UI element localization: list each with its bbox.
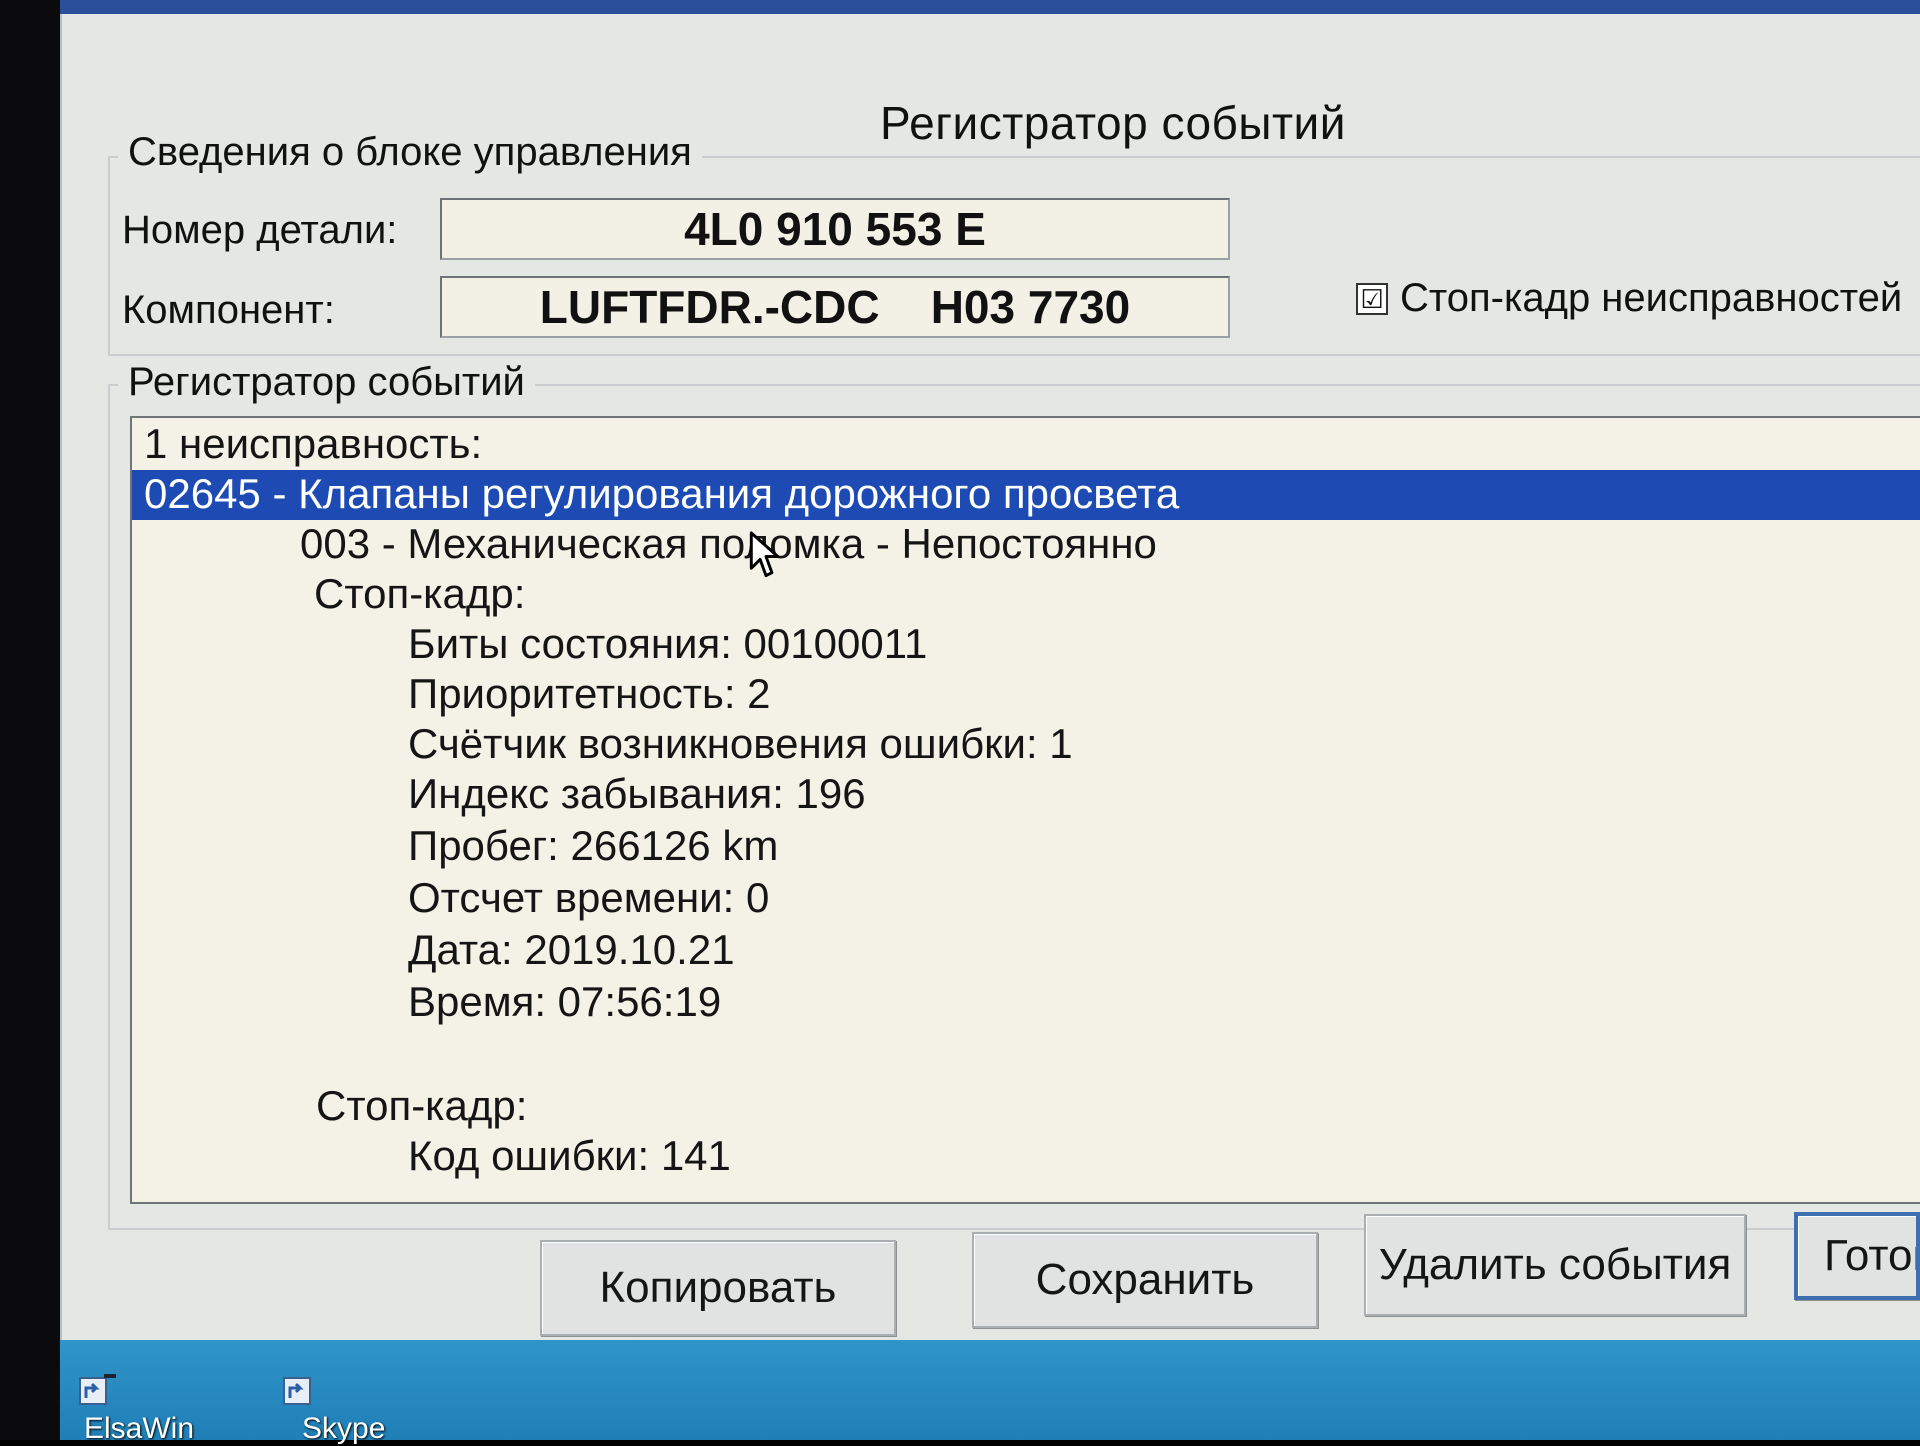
component-field: LUFTFDR.-CDC H03 7730 [440, 276, 1230, 338]
log-error-code[interactable]: Код ошибки: 141 [408, 1132, 731, 1180]
freeze-frame-checkbox[interactable]: ☑ [1356, 282, 1388, 315]
log-priority[interactable]: Приоритетность: 2 [408, 670, 771, 718]
log-occurrence-counter[interactable]: Счётчик возникновения ошибки: 1 [408, 720, 1073, 768]
log-freeze-frame-header-2[interactable]: Стоп-кадр: [316, 1082, 527, 1130]
shortcut-icon[interactable] [78, 1372, 118, 1406]
desktop-icon-label-skype[interactable]: Skype [302, 1412, 385, 1446]
log-freeze-frame-header[interactable]: Стоп-кадр: [314, 570, 525, 618]
log-time[interactable]: Время: 07:56:19 [408, 978, 721, 1026]
shortcut-icon[interactable] [282, 1372, 322, 1406]
log-fault-count[interactable]: 1 неисправность: [144, 420, 482, 468]
part-number-field: 4L0 910 553 E [440, 198, 1230, 260]
freeze-frame-option[interactable]: ☑ Стоп-кадр неисправностей [1356, 276, 1902, 321]
event-log-list[interactable]: 1 неисправность: 02645 - Клапаны регулир… [130, 416, 1920, 1204]
log-date[interactable]: Дата: 2019.10.21 [408, 926, 735, 974]
freeze-frame-checkbox-label: Стоп-кадр неисправностей [1400, 276, 1903, 320]
log-forget-index[interactable]: Индекс забывания: 196 [408, 770, 866, 818]
log-status-bits[interactable]: Биты состояния: 00100011 [408, 620, 927, 668]
mouse-cursor-icon [749, 531, 780, 578]
log-time-count[interactable]: Отсчет времени: 0 [408, 874, 769, 922]
component-label: Компонент: [122, 288, 335, 332]
delete-events-button[interactable]: Удалить события [1364, 1214, 1746, 1316]
copy-button[interactable]: Копировать [540, 1240, 896, 1336]
part-number-label: Номер детали: [122, 208, 398, 252]
dialog-title: Регистратор событий [880, 97, 1346, 149]
log-mileage[interactable]: Пробег: 266126 km [408, 822, 778, 870]
log-fault-code-selected[interactable]: 02645 - Клапаны регулирования дорожного … [132, 470, 1920, 520]
window-titlebar [60, 0, 1920, 14]
control-unit-legend: Сведения о блоке управления [118, 130, 702, 175]
save-button[interactable]: Сохранить [972, 1232, 1318, 1328]
monitor-bezel [0, 0, 60, 1440]
event-log-legend: Регистратор событий [118, 360, 535, 405]
done-button[interactable]: Готов [1794, 1212, 1920, 1300]
log-fault-type[interactable]: 003 - Механическая поломка - Непостоянно [300, 520, 1157, 568]
desktop-icon-label-elsawin[interactable]: ElsaWin [84, 1412, 194, 1446]
